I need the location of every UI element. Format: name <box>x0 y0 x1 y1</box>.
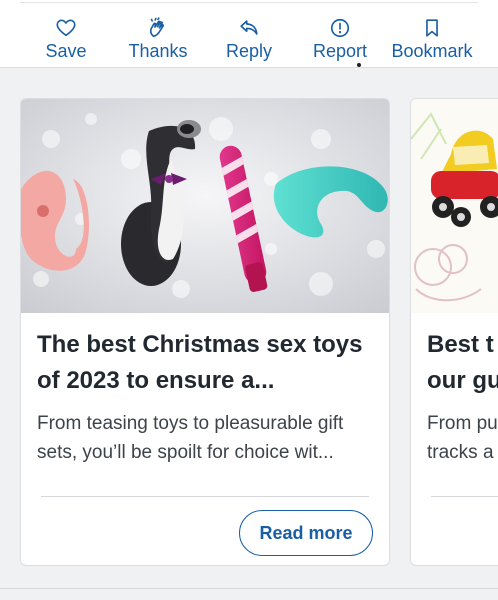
article-description-line-2: tracks a <box>427 442 494 463</box>
report-button[interactable]: Report <box>311 16 369 64</box>
reply-arrow-icon <box>238 16 260 40</box>
post-action-bar: Save Thanks Reply Report Bookmark <box>0 0 498 68</box>
article-carousel[interactable]: The best Christmas sex toys of 2023 to e… <box>0 78 498 586</box>
bookmark-icon <box>421 16 443 40</box>
article-description: From pu tracks a <box>427 409 498 467</box>
thanks-label: Thanks <box>128 41 188 61</box>
reply-button[interactable]: Reply <box>225 16 273 64</box>
save-button[interactable]: Save <box>44 16 88 64</box>
divider <box>0 588 498 589</box>
article-title[interactable]: Best t our gu <box>427 327 498 399</box>
divider <box>41 496 369 497</box>
read-more-button[interactable]: Read more <box>239 510 373 556</box>
article-description-line-1: From pu <box>427 413 498 434</box>
alert-circle-icon <box>329 16 351 40</box>
bookmark-label: Bookmark <box>391 41 473 61</box>
divider <box>20 2 478 3</box>
article-image <box>411 99 498 313</box>
article-description: From teasing toys to pleasurable gift se… <box>37 413 344 463</box>
thanks-button[interactable]: Thanks <box>127 16 189 64</box>
divider <box>431 496 498 497</box>
article-title-line-2: our gu <box>427 367 498 394</box>
article-card[interactable]: Best t our gu From pu tracks a <box>410 98 498 566</box>
active-indicator-dot <box>357 63 361 67</box>
reply-label: Reply <box>225 41 273 61</box>
article-card[interactable]: The best Christmas sex toys of 2023 to e… <box>20 98 390 566</box>
article-image <box>21 99 389 313</box>
clapping-hands-icon <box>147 16 169 40</box>
article-title-line-1: Best t <box>427 331 494 358</box>
heart-icon <box>55 16 77 40</box>
save-label: Save <box>45 41 87 61</box>
bookmark-button[interactable]: Bookmark <box>389 16 475 64</box>
article-title[interactable]: The best Christmas sex toys of 2023 to e… <box>37 327 377 399</box>
report-label: Report <box>312 41 368 61</box>
